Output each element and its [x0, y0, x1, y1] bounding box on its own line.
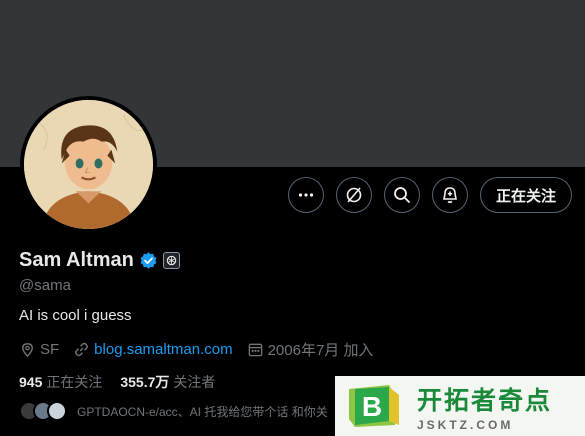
followers-label: 关注者	[173, 374, 216, 390]
avatar-image	[24, 100, 153, 229]
affiliation-icon[interactable]	[162, 252, 180, 269]
more-button[interactable]	[287, 177, 324, 213]
search-button[interactable]	[383, 177, 420, 213]
notify-button[interactable]	[431, 177, 468, 213]
joined-text: 2006年7月 加入	[267, 342, 374, 359]
calendar-icon	[248, 343, 262, 357]
watermark-subtitle: JSKTZ.COM	[417, 417, 514, 432]
mini-avatar	[47, 401, 67, 421]
location-text: SF	[40, 341, 60, 358]
bell-plus-icon	[443, 187, 457, 204]
profile-meta: SF blog.samaltman.com 2006年7月 加入	[19, 339, 387, 360]
joined-item: 2006年7月 加入	[247, 339, 374, 360]
followed-by-text: GPTDAOCN-e/acc、AI 托我给您带个话 和你关	[77, 404, 328, 419]
bio: AI is cool i guess	[19, 307, 132, 324]
search-icon	[394, 187, 410, 203]
avatar-illustration	[24, 100, 153, 229]
follow-counts: 945 正在关注 355.7万 关注者	[19, 372, 233, 392]
watermark-letter: B	[362, 391, 382, 422]
more-icon	[298, 193, 314, 197]
website-item: blog.samaltman.com	[73, 341, 233, 358]
verified-icon[interactable]	[139, 251, 158, 270]
grok-button[interactable]	[335, 177, 372, 213]
following-button[interactable]: 正在关注	[479, 177, 572, 213]
grok-icon	[346, 187, 362, 203]
watermark-logo: B	[345, 381, 407, 431]
website-link[interactable]: blog.samaltman.com	[94, 341, 232, 358]
following-count-link[interactable]: 945 正在关注	[19, 372, 102, 392]
location-pin-icon	[22, 343, 33, 358]
followed-by-avatars	[19, 401, 71, 421]
display-name: Sam Altman	[19, 249, 134, 271]
link-icon	[75, 342, 89, 357]
location-item: SF	[19, 341, 59, 358]
followers-count: 355.7万	[120, 374, 170, 390]
following-label: 正在关注	[46, 374, 103, 390]
watermark-text: 开拓者奇点 JSKTZ.COM	[417, 381, 552, 432]
name-row: Sam Altman	[19, 249, 180, 272]
handle: @sama	[19, 277, 71, 294]
profile-actions: 正在关注	[287, 177, 572, 215]
watermark-overlay: B 开拓者奇点 JSKTZ.COM	[335, 376, 585, 436]
avatar[interactable]	[20, 96, 157, 233]
following-count: 945	[19, 374, 43, 390]
followers-count-link[interactable]: 355.7万 关注者	[120, 372, 215, 392]
followed-by-row[interactable]: GPTDAOCN-e/acc、AI 托我给您带个话 和你关	[19, 401, 328, 421]
watermark-title: 开拓者奇点	[417, 386, 553, 415]
